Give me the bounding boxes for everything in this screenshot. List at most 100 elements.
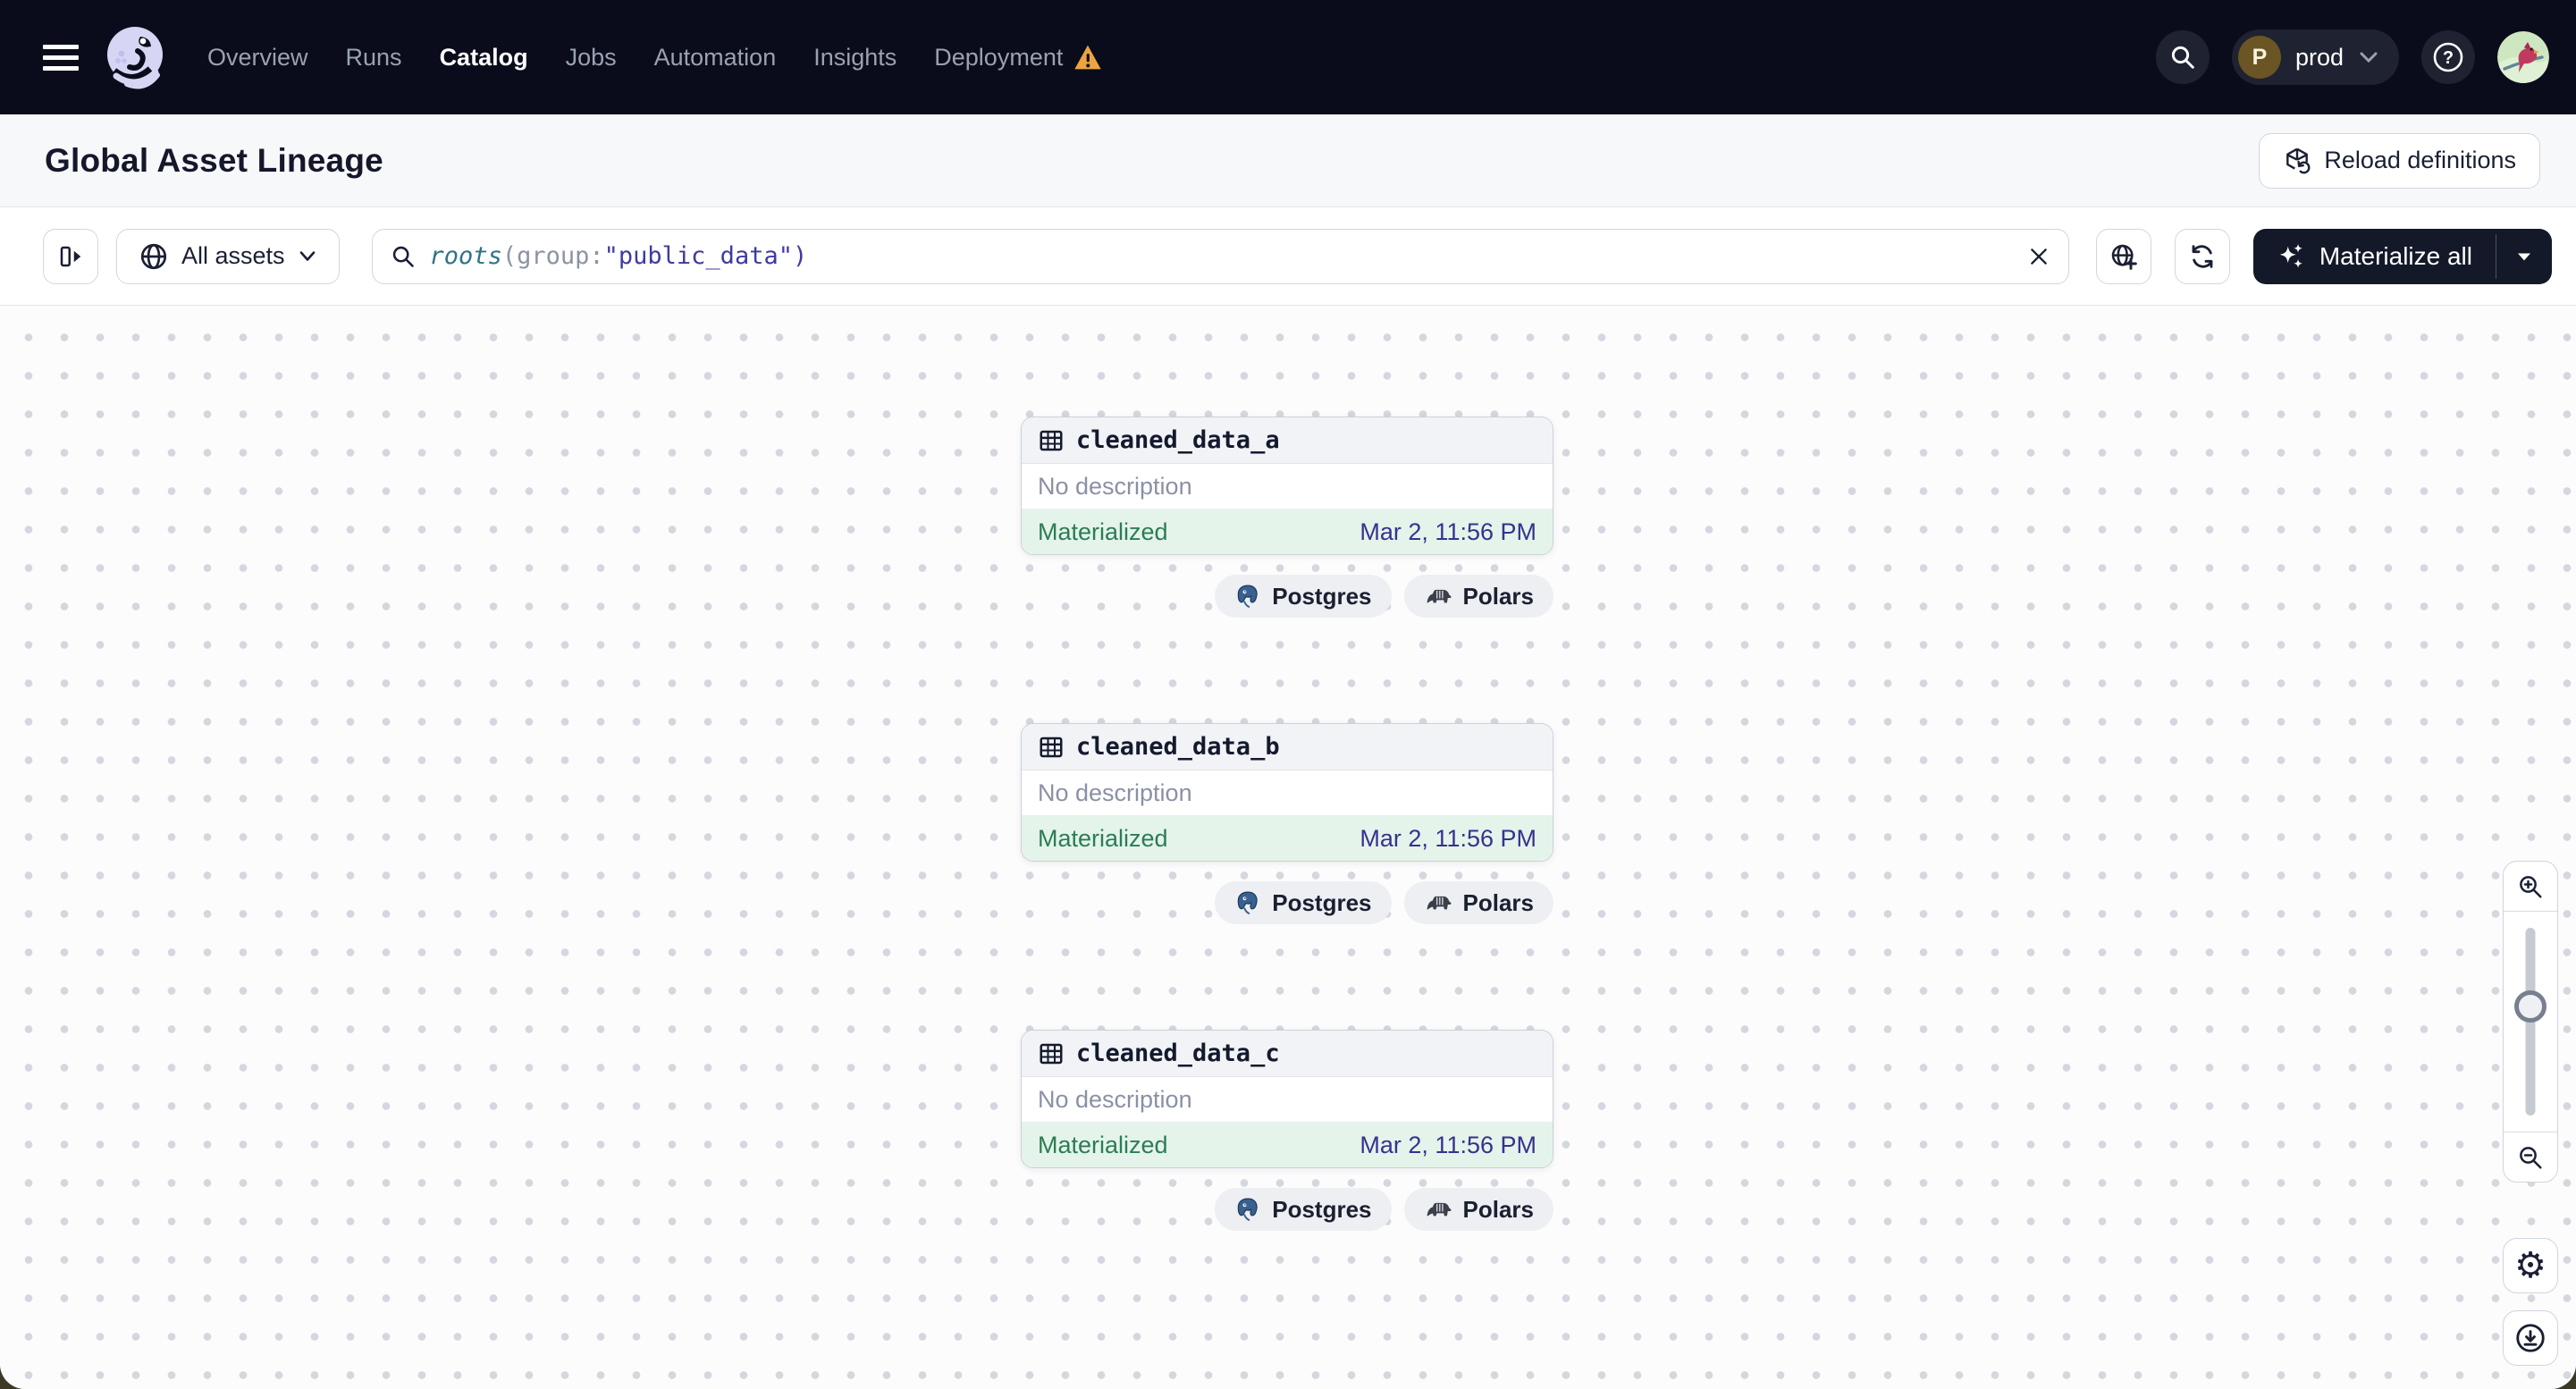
polars-icon	[1427, 896, 1452, 910]
tag-label: Polars	[1462, 888, 1535, 916]
asset-status-bar: Materialized Mar 2, 11:56 PM	[1022, 1123, 1553, 1167]
postgres-icon	[1237, 891, 1258, 914]
materialized-timestamp[interactable]: Mar 2, 11:56 PM	[1360, 1132, 1536, 1159]
asset-description: No description	[1022, 770, 1553, 816]
asset-status-bar: Materialized Mar 2, 11:56 PM	[1022, 816, 1553, 861]
materialized-status: Materialized	[1038, 1131, 1168, 1158]
tag-label: Polars	[1462, 1195, 1535, 1223]
tag-polars[interactable]: Polars	[1403, 575, 1553, 618]
download-graph-button[interactable]	[2503, 1310, 2558, 1366]
asset-node-cleaned-data-a[interactable]: cleaned_data_a No description Materializ…	[1021, 417, 1553, 555]
table-icon	[1040, 737, 1063, 757]
asset-node-cleaned-data-b[interactable]: cleaned_data_b No description Materializ…	[1021, 723, 1553, 862]
zoom-out-button[interactable]	[2504, 1132, 2557, 1182]
tag-label: Postgres	[1272, 888, 1372, 916]
dagster-app-window: Overview Runs Catalog Jobs Automation In…	[0, 0, 2576, 1389]
asset-status-bar: Materialized Mar 2, 11:56 PM	[1022, 509, 1553, 554]
reload-cube-icon	[2286, 147, 2311, 173]
asset-selection-input[interactable]: roots(group:"public_data")	[371, 228, 2069, 284]
asset-node-header: cleaned_data_a	[1022, 417, 1553, 464]
query-string: "public_data"	[603, 242, 793, 270]
asset-tags-row: Postgres Polars	[1021, 881, 1553, 924]
nav-item-insights[interactable]: Insights	[813, 44, 897, 72]
download-icon	[2516, 1324, 2545, 1352]
caret-down-icon	[2518, 253, 2530, 260]
deployment-name: prod	[2294, 43, 2344, 71]
postgres-icon	[1237, 1198, 1258, 1221]
nav-right-cluster: P prod ?	[2155, 29, 2549, 85]
search-icon	[392, 246, 414, 267]
asset-tags-row: Postgres Polars	[1021, 1188, 1553, 1231]
tag-polars[interactable]: Polars	[1403, 1188, 1553, 1231]
polars-icon	[1427, 589, 1452, 603]
zoom-slider-knob[interactable]	[2514, 990, 2547, 1023]
reload-definitions-button[interactable]: Reload definitions	[2259, 132, 2540, 189]
asset-scope-label: All assets	[181, 242, 285, 269]
asset-tags-row: Postgres Polars	[1021, 575, 1553, 618]
query-close-paren: )	[792, 242, 808, 270]
help-button[interactable]: ?	[2421, 30, 2475, 84]
materialized-status: Materialized	[1038, 518, 1168, 545]
open-left-panel-button[interactable]	[43, 228, 98, 284]
chevron-down-icon	[2360, 52, 2378, 63]
new-selection-button[interactable]	[2095, 228, 2151, 284]
nav-item-catalog[interactable]: Catalog	[440, 44, 528, 72]
refresh-graph-button[interactable]	[2174, 228, 2230, 284]
materialize-all-label: Materialize all	[2319, 241, 2472, 270]
lineage-toolbar: All assets roots(group:"public_data") Ma…	[0, 207, 2576, 306]
user-avatar[interactable]	[2497, 31, 2549, 83]
query-arg: group:	[517, 242, 604, 270]
close-icon	[2031, 248, 2047, 265]
hamburger-menu-icon[interactable]	[43, 39, 79, 75]
help-icon: ?	[2433, 42, 2463, 72]
nav-item-automation[interactable]: Automation	[654, 44, 777, 72]
materialize-options-button[interactable]	[2496, 229, 2552, 284]
global-search-button[interactable]	[2155, 30, 2210, 84]
refresh-icon	[2192, 244, 2213, 268]
tag-postgres[interactable]: Postgres	[1215, 1188, 1392, 1231]
chevron-down-icon	[299, 250, 315, 261]
tag-polars[interactable]: Polars	[1403, 881, 1553, 924]
query-function: roots	[429, 242, 502, 270]
gear-icon: ⚙	[2514, 1245, 2547, 1286]
table-icon	[1040, 1043, 1063, 1064]
tag-label: Postgres	[1272, 1195, 1372, 1223]
globe-icon	[140, 243, 167, 269]
asset-name: cleaned_data_a	[1076, 426, 1280, 454]
materialize-all-button[interactable]: Materialize all	[2253, 229, 2496, 284]
lineage-canvas[interactable]: cleaned_data_a No description Materializ…	[0, 306, 2576, 1389]
graph-settings-button[interactable]: ⚙	[2503, 1238, 2558, 1293]
asset-selection-query[interactable]: roots(group:"public_data")	[430, 242, 2013, 270]
top-nav: Overview Runs Catalog Jobs Automation In…	[0, 0, 2576, 114]
asset-node-header: cleaned_data_b	[1022, 724, 1553, 770]
nav-item-overview[interactable]: Overview	[207, 44, 308, 72]
zoom-slider[interactable]	[2504, 912, 2557, 1132]
nav-item-jobs[interactable]: Jobs	[566, 44, 617, 72]
zoom-in-icon	[2520, 875, 2542, 897]
materialized-status: Materialized	[1038, 824, 1168, 852]
dagster-logo-icon[interactable]	[102, 24, 168, 90]
table-icon	[1040, 430, 1063, 450]
warning-triangle-icon	[1074, 45, 1102, 70]
asset-description: No description	[1022, 1077, 1553, 1123]
zoom-in-button[interactable]	[2504, 862, 2557, 912]
tag-postgres[interactable]: Postgres	[1215, 575, 1392, 618]
open-panel-icon	[60, 246, 81, 266]
nav-item-deployment-label: Deployment	[934, 43, 1064, 71]
nav-item-runs[interactable]: Runs	[346, 44, 402, 72]
materialized-timestamp[interactable]: Mar 2, 11:56 PM	[1360, 825, 1536, 853]
asset-scope-dropdown[interactable]: All assets	[116, 228, 340, 284]
materialized-timestamp[interactable]: Mar 2, 11:56 PM	[1360, 518, 1536, 546]
asset-name: cleaned_data_c	[1076, 1040, 1280, 1067]
deployment-switcher[interactable]: P prod	[2231, 29, 2399, 85]
zoom-out-icon	[2520, 1146, 2542, 1168]
search-icon	[2171, 46, 2194, 69]
tag-postgres[interactable]: Postgres	[1215, 881, 1392, 924]
reload-definitions-label: Reload definitions	[2324, 147, 2516, 173]
nav-item-deployment[interactable]: Deployment	[934, 44, 1102, 72]
asset-node-header: cleaned_data_c	[1022, 1031, 1553, 1077]
asset-node-cleaned-data-c[interactable]: cleaned_data_c No description Materializ…	[1021, 1030, 1553, 1168]
nav-links: Overview Runs Catalog Jobs Automation In…	[207, 44, 1102, 72]
clear-query-button[interactable]	[2027, 245, 2050, 268]
sparkles-icon	[2279, 243, 2302, 268]
